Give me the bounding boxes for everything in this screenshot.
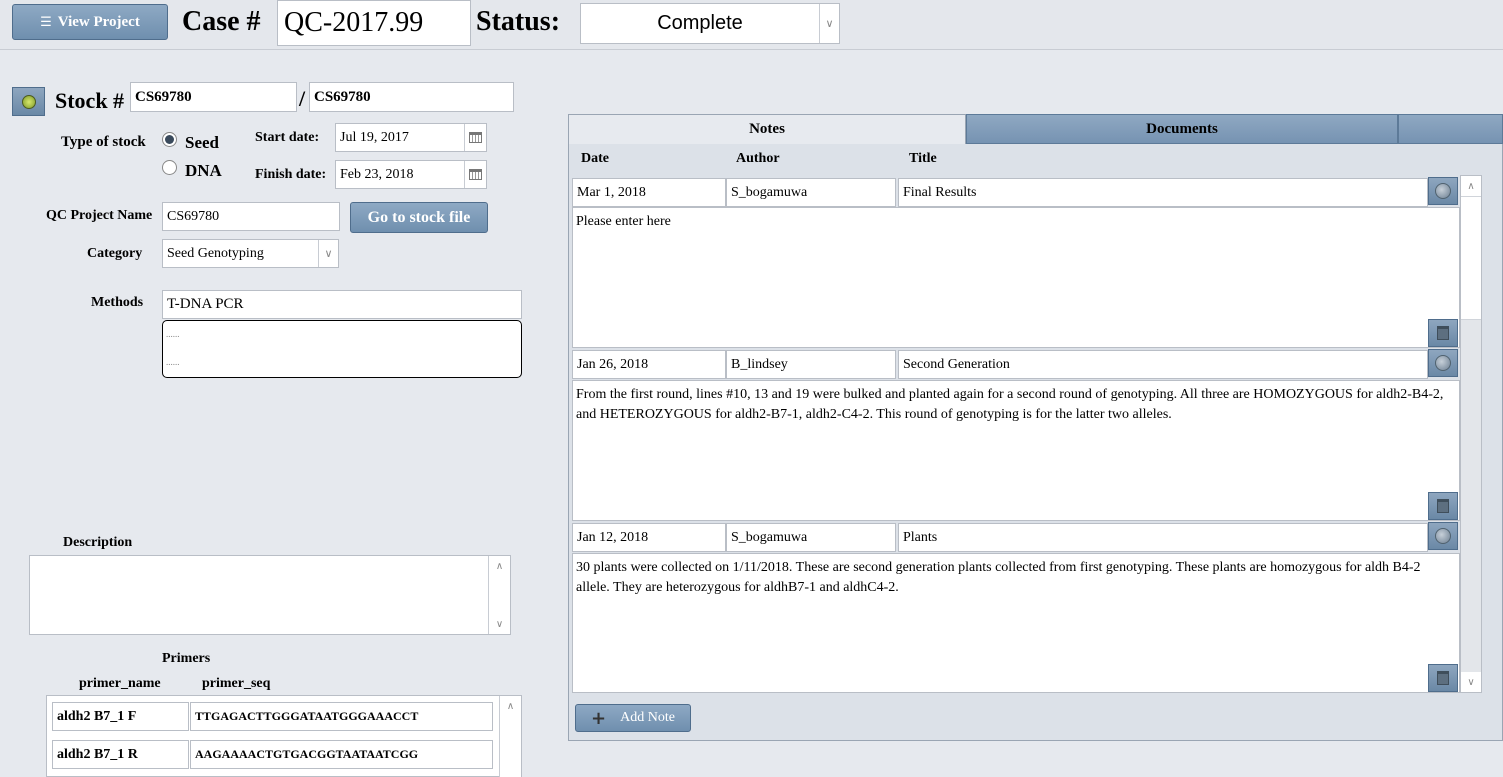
dna-radio[interactable] — [162, 160, 177, 175]
go-to-stock-file-button[interactable]: Go to stock file — [350, 202, 488, 233]
status-select[interactable]: Complete ∨ — [580, 3, 840, 44]
description-scrollbar[interactable]: ∧ ∨ — [488, 556, 510, 634]
globe-icon — [1435, 355, 1451, 371]
calendar-icon[interactable] — [464, 124, 486, 151]
primer-name-cell[interactable]: aldh2 B7_1 F — [52, 702, 189, 731]
start-date-value: Jul 19, 2017 — [340, 129, 409, 145]
stock-number-field-2[interactable]: CS69780 — [309, 82, 514, 112]
view-project-label: View Project — [57, 13, 140, 30]
notes-scrollbar[interactable]: ∧ ∨ — [1460, 175, 1482, 693]
case-number-field[interactable]: QC-2017.99 — [277, 0, 471, 46]
chevron-down-icon[interactable]: ∨ — [1461, 672, 1481, 692]
trash-icon — [1437, 671, 1449, 685]
notes-date-header: Date — [581, 151, 609, 166]
primers-title: Primers — [162, 651, 211, 666]
tab-documents[interactable]: Documents — [966, 114, 1398, 144]
primer-seq-cell[interactable]: AAGAAAACTGTGACGGTAATAATCGG — [190, 740, 493, 769]
note-globe-button[interactable] — [1428, 349, 1458, 377]
chevron-down-icon[interactable]: ∨ — [489, 614, 510, 634]
tab-extra[interactable] — [1398, 114, 1503, 144]
note-globe-button[interactable] — [1428, 522, 1458, 550]
note-date-field[interactable]: Jan 12, 2018 — [572, 523, 726, 552]
seed-radio-label: Seed — [185, 133, 219, 152]
trash-icon — [1437, 499, 1449, 513]
qc-project-name-field[interactable]: CS69780 — [162, 202, 340, 231]
chevron-down-icon: ∨ — [819, 4, 839, 43]
case-label: Case # — [182, 6, 261, 37]
globe-icon — [1435, 528, 1451, 544]
note-author-field[interactable]: B_lindsey — [726, 350, 896, 379]
delete-note-button[interactable] — [1428, 319, 1458, 347]
note-body[interactable]: Please enter here — [572, 207, 1460, 348]
finish-date-label: Finish date: — [255, 167, 327, 182]
chevron-up-icon[interactable]: ∧ — [500, 696, 521, 716]
methods-detail-box[interactable]: ...... ...... — [162, 320, 522, 378]
chevron-down-icon: ∨ — [318, 240, 338, 267]
chevron-up-icon[interactable]: ∧ — [489, 556, 510, 576]
methods-dots-2: ...... — [166, 357, 180, 367]
globe-icon — [1435, 183, 1451, 199]
start-date-field[interactable]: Jul 19, 2017 — [335, 123, 487, 152]
description-label: Description — [63, 535, 133, 550]
methods-field[interactable]: T-DNA PCR — [162, 290, 522, 319]
type-of-stock-label: Type of stock — [61, 134, 146, 150]
primer-name-header: primer_name — [79, 676, 161, 691]
stock-number-field-1[interactable]: CS69780 — [130, 82, 297, 112]
note-title-field[interactable]: Second Generation — [898, 350, 1428, 379]
tab-notes[interactable]: Notes — [568, 114, 966, 144]
note-date-field[interactable]: Mar 1, 2018 — [572, 178, 726, 207]
view-project-button[interactable]: ☰ View Project — [12, 4, 168, 40]
note-author-field[interactable]: S_bogamuwa — [726, 178, 896, 207]
status-label: Status: — [476, 6, 561, 37]
description-textarea[interactable] — [29, 555, 511, 635]
globe-icon — [21, 94, 36, 109]
refresh-stock-button[interactable] — [12, 87, 45, 116]
note-body[interactable]: 30 plants were collected on 1/11/2018. T… — [572, 553, 1460, 693]
calendar-icon[interactable] — [464, 161, 486, 188]
primer-name-cell[interactable]: aldh2 B7_1 R — [52, 740, 189, 769]
start-date-label: Start date: — [255, 130, 320, 145]
delete-note-button[interactable] — [1428, 664, 1458, 692]
primer-seq-cell[interactable]: TTGAGACTTGGGATAATGGGAAACCT — [190, 702, 493, 731]
notes-title-header: Title — [909, 151, 937, 166]
note-title-field[interactable]: Final Results — [898, 178, 1428, 207]
plus-icon: + — [591, 707, 607, 729]
add-note-button[interactable]: + Add Note — [575, 704, 691, 732]
note-globe-button[interactable] — [1428, 177, 1458, 205]
note-author-field[interactable]: S_bogamuwa — [726, 523, 896, 552]
status-value: Complete — [657, 12, 743, 34]
category-label: Category — [87, 246, 143, 261]
seed-radio[interactable] — [162, 132, 177, 147]
primer-seq-header: primer_seq — [202, 676, 271, 691]
note-body[interactable]: From the first round, lines #10, 13 and … — [572, 380, 1460, 521]
stock-label: Stock # — [55, 88, 125, 113]
scroll-thumb[interactable] — [1461, 196, 1481, 320]
delete-note-button[interactable] — [1428, 492, 1458, 520]
primers-scrollbar[interactable]: ∧ — [499, 696, 521, 777]
finish-date-field[interactable]: Feb 23, 2018 — [335, 160, 487, 189]
list-icon: ☰ — [40, 14, 52, 30]
add-note-label: Add Note — [620, 710, 675, 725]
note-date-field[interactable]: Jan 26, 2018 — [572, 350, 726, 379]
methods-dots-1: ...... — [166, 329, 180, 339]
notes-author-header: Author — [736, 151, 780, 166]
dna-radio-label: DNA — [185, 161, 222, 180]
qc-project-name-label: QC Project Name — [46, 208, 153, 223]
trash-icon — [1437, 326, 1449, 340]
chevron-up-icon[interactable]: ∧ — [1461, 176, 1481, 196]
note-title-field[interactable]: Plants — [898, 523, 1428, 552]
finish-date-value: Feb 23, 2018 — [340, 166, 414, 182]
category-value: Seed Genotyping — [167, 245, 264, 261]
methods-label: Methods — [91, 295, 144, 310]
category-select[interactable]: Seed Genotyping ∨ — [162, 239, 339, 268]
stock-separator: / — [299, 86, 306, 111]
